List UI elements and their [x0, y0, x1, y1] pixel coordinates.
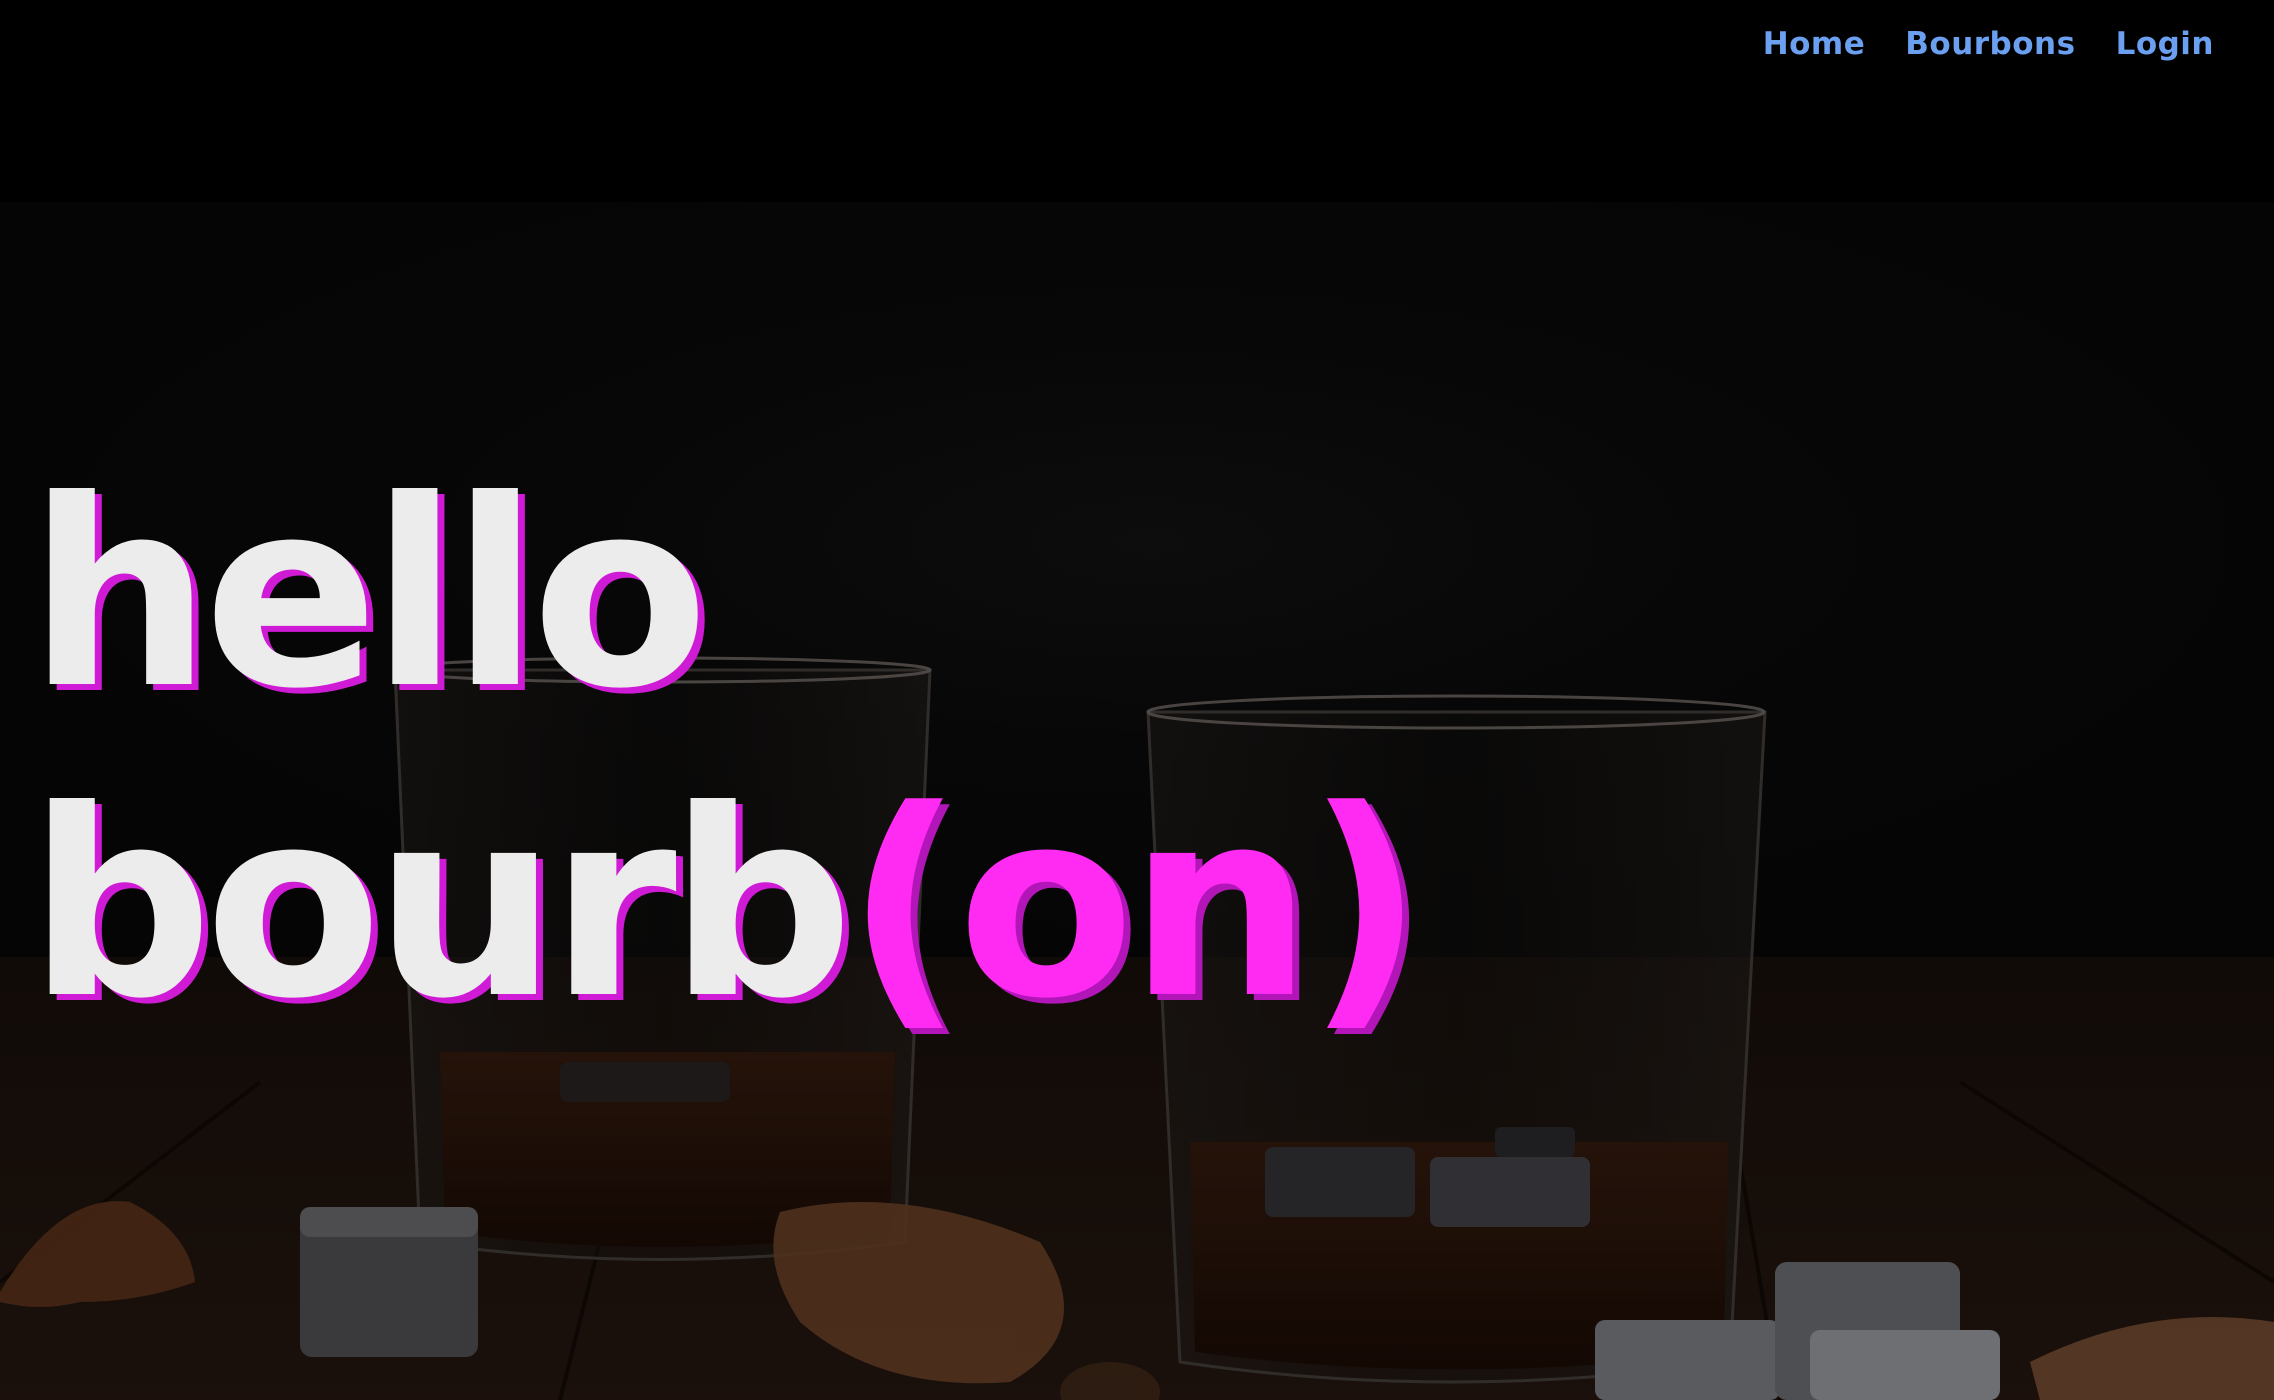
headline-brand-main: bourb — [28, 755, 854, 1055]
hero-headline: hello bourb(on) — [28, 440, 1425, 1060]
headline-brand-accent: (on) — [845, 755, 1425, 1055]
nav-link-bourbons[interactable]: Bourbons — [1905, 26, 2075, 62]
nav-link-login[interactable]: Login — [2116, 26, 2214, 62]
headline-line-2: bourb(on) — [28, 750, 1425, 1060]
top-navigation-bar: Home Bourbons Login — [0, 0, 2274, 202]
main-nav: Home Bourbons Login — [1763, 26, 2214, 62]
hero-section: hello bourb(on) — [0, 202, 2274, 1400]
headline-line-1: hello — [28, 445, 709, 745]
nav-link-home[interactable]: Home — [1763, 26, 1866, 62]
